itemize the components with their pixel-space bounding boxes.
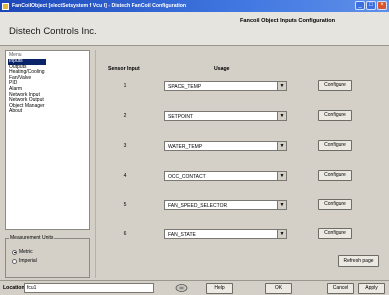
- window-titlebar: FanCoilObject [electSetsystem f Vcu I] -…: [0, 0, 389, 12]
- sensor-number-3: 3: [123, 143, 127, 149]
- imperial-option[interactable]: Imperial: [12, 258, 37, 264]
- chevron-down-icon[interactable]: ▼: [277, 172, 286, 180]
- measurement-units-group: Measurement Units Metric Imperial: [5, 235, 90, 278]
- usage-select-2[interactable]: SETPOINT ▼: [164, 111, 287, 121]
- window-controls: _ □ ×: [355, 1, 387, 10]
- app-icon: [2, 2, 9, 10]
- usage-value-5: FAN_SPEED_SELECTOR: [168, 202, 228, 209]
- help-button[interactable]: Help: [206, 283, 233, 294]
- location-input[interactable]: fcu1: [24, 283, 154, 293]
- imperial-radio[interactable]: [12, 258, 17, 264]
- section-title: Fancoil Object Inputs Configuration: [240, 18, 336, 24]
- configure-button-6[interactable]: Configure: [318, 228, 352, 239]
- imperial-label: Imperial: [19, 258, 37, 264]
- configure-button-4[interactable]: Configure: [318, 170, 352, 181]
- ok-button[interactable]: OK: [265, 283, 292, 294]
- chevron-down-icon[interactable]: ▼: [277, 82, 286, 90]
- usage-value-1: SPACE_TEMP: [168, 83, 202, 90]
- cancel-button[interactable]: Cancel: [327, 283, 354, 294]
- chevron-down-icon[interactable]: ▼: [277, 112, 286, 120]
- page-header: Distech Controls Inc. Fancoil Object Inp…: [0, 12, 389, 46]
- menu-list: Inputs Outputs Heating/Cooling Fan/Valve…: [8, 58, 46, 115]
- usage-select-4[interactable]: OCC_CONTACT ▼: [164, 171, 287, 181]
- inputs-panel: Sensor Input Usage 1 SPACE_TEMP ▼ Config…: [95, 50, 389, 278]
- configure-button-2[interactable]: Configure: [318, 110, 352, 121]
- usage-select-3[interactable]: WATER_TEMP ▼: [164, 141, 287, 151]
- left-panel: Menu Inputs Outputs Heating/Cooling Fan/…: [5, 50, 90, 278]
- usage-value-4: OCC_CONTACT: [168, 173, 206, 180]
- refresh-page-button[interactable]: Refresh page: [338, 255, 379, 267]
- apply-button[interactable]: Apply: [358, 283, 385, 294]
- menu-item-about[interactable]: About: [8, 109, 46, 115]
- usage-value-3: WATER_TEMP: [168, 143, 203, 150]
- company-name: Distech Controls Inc.: [9, 26, 97, 37]
- metric-label: Metric: [19, 249, 33, 255]
- bottom-bar: Location fcu1 Help OK Cancel Apply: [0, 280, 389, 295]
- maximize-button[interactable]: □: [366, 1, 376, 10]
- sensor-number-4: 4: [123, 173, 127, 179]
- usage-header: Usage: [214, 66, 230, 72]
- menu-listbox: Menu Inputs Outputs Heating/Cooling Fan/…: [5, 50, 90, 230]
- metric-option[interactable]: Metric: [12, 249, 33, 255]
- chevron-down-icon[interactable]: ▼: [277, 142, 286, 150]
- metric-radio[interactable]: [12, 249, 17, 255]
- chevron-down-icon[interactable]: ▼: [277, 230, 286, 238]
- network-browse-icon[interactable]: [175, 283, 188, 293]
- usage-value-2: SETPOINT: [168, 113, 194, 120]
- configure-button-5[interactable]: Configure: [318, 199, 352, 210]
- location-label: Location: [3, 285, 25, 291]
- close-button[interactable]: ×: [377, 1, 387, 10]
- sensor-number-6: 6: [123, 231, 127, 237]
- usage-value-6: FAN_STATE: [168, 231, 196, 238]
- usage-select-6[interactable]: FAN_STATE ▼: [164, 229, 287, 239]
- configure-button-3[interactable]: Configure: [318, 140, 352, 151]
- chevron-down-icon[interactable]: ▼: [277, 201, 286, 209]
- sensor-number-2: 2: [123, 113, 127, 119]
- usage-select-5[interactable]: FAN_SPEED_SELECTOR ▼: [164, 200, 287, 210]
- window-title: FanCoilObject [electSetsystem f Vcu I] -…: [12, 3, 187, 9]
- minimize-button[interactable]: _: [355, 1, 365, 10]
- sensor-input-header: Sensor Input: [108, 66, 140, 72]
- units-caption: Measurement Units: [9, 235, 55, 241]
- usage-select-1[interactable]: SPACE_TEMP ▼: [164, 81, 287, 91]
- sensor-number-1: 1: [123, 83, 127, 89]
- sensor-number-5: 5: [123, 202, 127, 208]
- configure-button-1[interactable]: Configure: [318, 80, 352, 91]
